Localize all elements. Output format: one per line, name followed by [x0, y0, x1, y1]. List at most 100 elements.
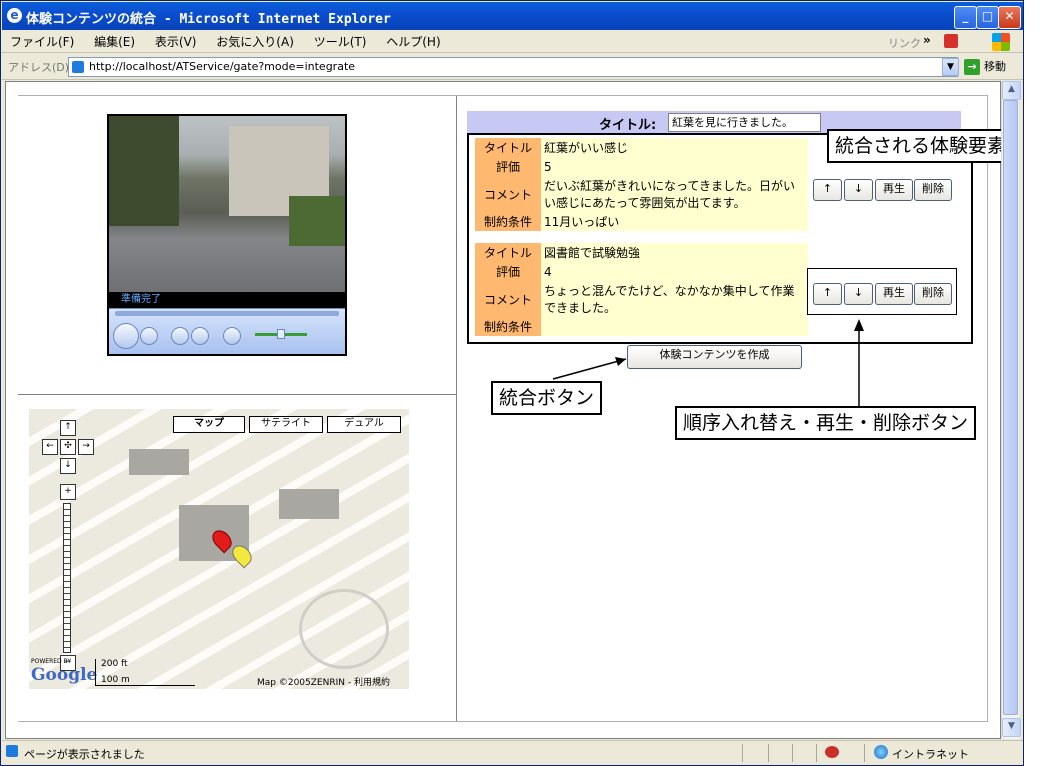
scroll-up-icon[interactable]: ▲ [1002, 81, 1021, 100]
zoom-slider[interactable] [63, 503, 71, 653]
pan-down-icon[interactable]: ↓ [60, 458, 76, 474]
volume-icon[interactable] [223, 327, 241, 345]
stop-icon[interactable] [140, 327, 158, 345]
powered-by-label: POWERED BY [31, 658, 72, 665]
move-down-button[interactable]: ↓ [844, 283, 873, 305]
previous-icon[interactable] [171, 327, 189, 345]
satellite-type-button[interactable]: サテライト [249, 416, 323, 433]
play-button[interactable]: 再生 [875, 179, 913, 201]
pan-left-icon[interactable]: ← [42, 439, 58, 455]
ie-logo-icon: e [7, 8, 22, 23]
zoom-in-icon[interactable]: + [60, 484, 76, 500]
page-icon [72, 61, 84, 73]
scale-ft: 200 ft [101, 659, 128, 669]
zone-label: イントラネット [892, 748, 969, 761]
rating-field-value: 5 [541, 157, 808, 176]
status-bar: ページが表示されました イントラネット [2, 740, 1023, 764]
map-copyright[interactable]: Map ©2005ZENRIN - 利用規約 [257, 675, 390, 688]
pan-up-icon[interactable]: ↑ [60, 420, 76, 436]
blocked-popup-icon [825, 746, 839, 758]
player-controls [109, 308, 345, 354]
vertical-scrollbar[interactable]: ▲ ▼ [1001, 81, 1021, 739]
frame-divider [18, 95, 988, 96]
toolbar-tool-icon[interactable] [944, 34, 958, 48]
title-input[interactable]: 紅葉を見に行きました。 [668, 113, 821, 132]
close-button[interactable]: ✕ [998, 6, 1021, 29]
menu-help[interactable]: ヘルプ(H) [378, 31, 448, 53]
windows-logo-icon [992, 33, 1010, 51]
rating-field-label: 評価 [475, 262, 541, 281]
rating-field-value: 4 [541, 262, 808, 281]
window-title: 体験コンテンツの統合 - Microsoft Internet Explorer [26, 12, 391, 27]
intranet-globe-icon [874, 745, 888, 759]
experience-item-1: タイトル 紅葉がいい感じ 評価 5 コメント だいぶ紅葉がきれいになってきました。日が… [475, 138, 808, 231]
google-logo: Google [31, 665, 98, 685]
constraint-field-label: 制約条件 [475, 317, 541, 336]
map-building [279, 489, 339, 519]
dual-type-button[interactable]: デュアル [327, 416, 401, 433]
menu-favorites[interactable]: お気に入り(A) [208, 31, 302, 53]
rating-field-label: 評価 [475, 157, 541, 176]
arrow-line [552, 358, 627, 380]
status-message: ページが表示されました [24, 748, 145, 761]
page-status-icon [6, 745, 18, 757]
frame-divider [18, 721, 988, 722]
maximize-button[interactable]: □ [976, 6, 999, 29]
callout-integrated-elements: 統合される体験要素 [827, 129, 1015, 163]
media-player[interactable]: 準備完了 [107, 114, 347, 356]
callout-reorder-buttons: 順序入れ替え・再生・削除ボタン [675, 406, 977, 440]
comment-field-label: コメント [475, 176, 541, 212]
scroll-thumb[interactable] [1003, 100, 1018, 715]
player-status: 準備完了 [109, 292, 345, 308]
move-up-button[interactable]: ↑ [813, 283, 842, 305]
go-label: 移動 [984, 60, 1006, 73]
title-field-label: タイトル [475, 243, 541, 262]
map-type-button[interactable]: マップ [173, 416, 245, 433]
menu-edit[interactable]: 編集(E) [86, 31, 143, 53]
next-icon[interactable] [191, 327, 209, 345]
frame-divider [987, 95, 988, 721]
callout-arrows [552, 319, 864, 406]
scale-m: 100 m [101, 675, 130, 685]
comment-field-value: だいぶ紅葉がきれいになってきました。日がいい感じにあたって雰囲気が出てます。 [541, 176, 808, 212]
arrow-head-icon [854, 319, 864, 331]
arrow-head-icon [615, 357, 626, 366]
delete-button[interactable]: 削除 [914, 283, 952, 305]
address-dropdown-icon[interactable]: ▼ [942, 58, 959, 76]
menu-bar: ファイル(F) 編集(E) 表示(V) お気に入り(A) ツール(T) ヘルプ(… [2, 31, 1023, 53]
menu-file[interactable]: ファイル(F) [2, 31, 82, 53]
play-button[interactable]: 再生 [875, 283, 913, 305]
map-view[interactable]: マップ サテライト デュアル ↑ ← ✣ → ↓ + − POWERED BY … [29, 409, 409, 689]
seek-bar[interactable] [115, 311, 339, 316]
address-url: http://localhost/ATService/gate?mode=int… [89, 60, 356, 73]
menu-tools[interactable]: ツール(T) [306, 31, 375, 53]
video-frame-image [109, 116, 345, 292]
pan-right-icon[interactable]: → [78, 439, 94, 455]
minimize-button[interactable]: _ [954, 6, 977, 29]
address-input[interactable]: http://localhost/ATService/gate?mode=int… [68, 57, 958, 77]
play-icon[interactable] [113, 323, 139, 349]
hedge-shape [289, 196, 345, 246]
constraint-field-label: 制約条件 [475, 212, 541, 231]
map-building [129, 449, 189, 475]
address-bar: アドレス(D) http://localhost/ATService/gate?… [2, 54, 1023, 80]
title-bar: e 体験コンテンツの統合 - Microsoft Internet Explor… [2, 2, 1023, 30]
title-field-value: 図書館で試験勉強 [541, 243, 808, 262]
title-field-label: タイトル [475, 138, 541, 157]
comment-field-label: コメント [475, 281, 541, 317]
scroll-down-icon[interactable]: ▼ [1002, 718, 1021, 737]
title-label: タイトル: [599, 118, 657, 133]
links-chevron-icon[interactable]: » [923, 33, 931, 47]
move-up-button[interactable]: ↑ [813, 179, 842, 201]
move-down-button[interactable]: ↓ [844, 179, 873, 201]
links-label[interactable]: リンク [888, 35, 921, 51]
menu-view[interactable]: 表示(V) [147, 31, 205, 53]
pan-center-icon[interactable]: ✣ [60, 439, 76, 455]
map-track [299, 589, 389, 669]
go-button[interactable]: → 移動 [964, 58, 1018, 76]
volume-thumb[interactable] [277, 329, 285, 339]
title-field-value: 紅葉がいい感じ [541, 138, 808, 157]
address-label: アドレス(D) [8, 61, 70, 74]
tree-shape [109, 116, 179, 226]
delete-button[interactable]: 削除 [914, 179, 952, 201]
